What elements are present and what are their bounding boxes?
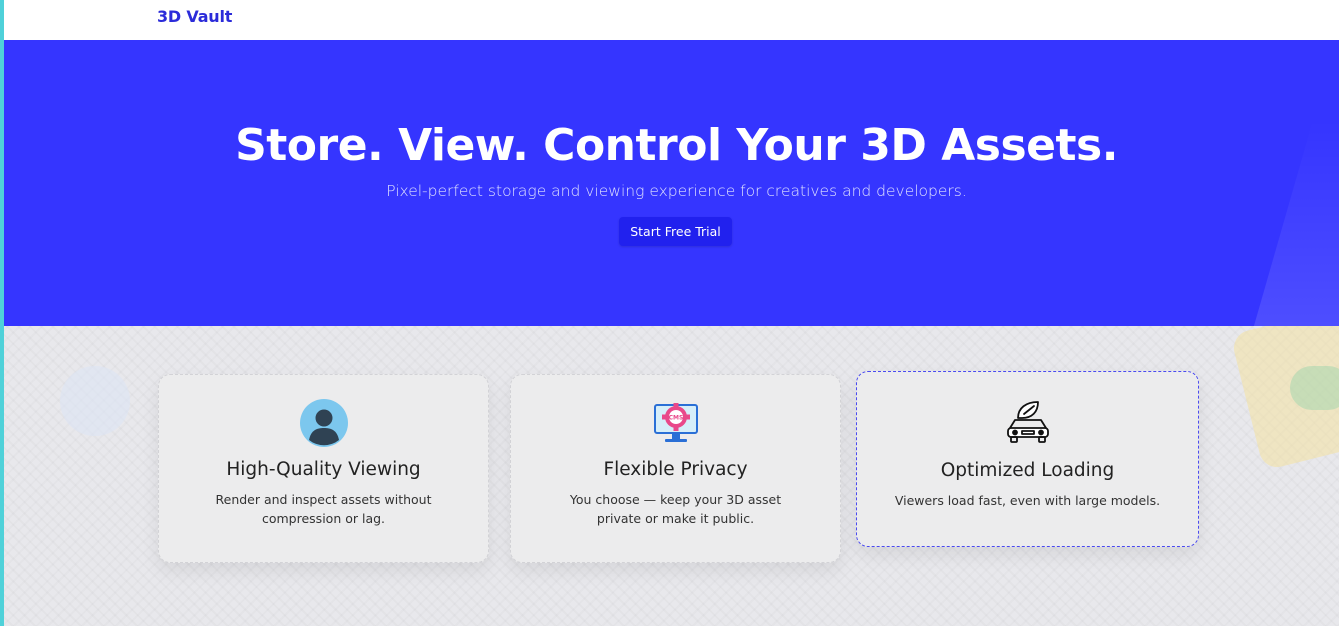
feature-card-optimized-loading: Optimized Loading Viewers load fast, eve… xyxy=(856,371,1199,547)
feature-card-flexible-privacy: CMS Flexible Privacy You choose — keep y… xyxy=(510,374,841,563)
feature-title: High-Quality Viewing xyxy=(226,459,421,480)
feature-card-high-quality-viewing: High-Quality Viewing Render and inspect … xyxy=(158,374,489,563)
left-edge-strip xyxy=(0,0,4,626)
navbar: 3D Vault xyxy=(0,0,1339,40)
background-blob xyxy=(60,366,130,436)
car-leaf-icon xyxy=(1004,398,1052,446)
feature-description: You choose — keep your 3D asset private … xyxy=(569,492,782,526)
user-avatar-icon xyxy=(299,399,348,447)
svg-text:CMS: CMS xyxy=(668,415,683,422)
feature-description: Viewers load fast, even with large model… xyxy=(894,493,1161,508)
start-free-trial-button[interactable]: Start Free Trial xyxy=(619,217,732,246)
feature-title: Optimized Loading xyxy=(940,460,1115,481)
feature-title: Flexible Privacy xyxy=(603,459,748,480)
cms-settings-monitor-icon: CMS xyxy=(652,399,700,447)
hero-subtitle: Pixel-perfect storage and viewing experi… xyxy=(386,182,967,200)
page: 3D Vault Store. View. Control Your 3D As… xyxy=(0,0,1339,626)
brand-logo-link[interactable]: 3D Vault xyxy=(157,7,232,26)
feature-description: Render and inspect assets without compre… xyxy=(215,492,432,526)
hero-title: Store. View. Control Your 3D Assets. xyxy=(235,120,1118,171)
background-shape-green xyxy=(1290,366,1339,410)
features-section: High-Quality Viewing Render and inspect … xyxy=(0,326,1339,626)
hero-section: Store. View. Control Your 3D Assets. Pix… xyxy=(0,40,1339,326)
